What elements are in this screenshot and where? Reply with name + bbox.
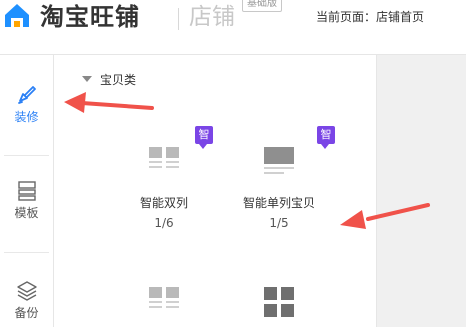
brand-name: 淘宝旺铺: [40, 3, 140, 31]
sidebar-item-backup[interactable]: 备份: [0, 279, 53, 321]
module-two-column[interactable]: [119, 273, 209, 319]
module-panel: 宝贝类 智 智能双列 1/6 智 智能单列宝贝 1/5: [54, 55, 377, 327]
sidebar-item-decorate[interactable]: 装修: [0, 81, 53, 125]
two-column-icon: [149, 287, 179, 308]
category-toggle[interactable]: 宝贝类: [82, 72, 136, 88]
module-name: 智能单列宝贝: [242, 196, 315, 210]
sidebar-item-label: 模板: [14, 206, 39, 220]
brand-divider: [178, 8, 179, 30]
sidebar-divider: [4, 252, 49, 253]
sidebar-item-label: 备份: [14, 306, 39, 320]
caret-down-icon: [82, 76, 92, 82]
module-grid[interactable]: [234, 273, 324, 319]
template-icon: [17, 181, 36, 201]
canvas-area: [377, 55, 466, 327]
module-usage-count: 1/5: [269, 216, 289, 230]
grid-icon: [264, 287, 294, 317]
brush-icon: [17, 86, 36, 104]
sidebar-item-label: 装修: [14, 110, 39, 124]
category-label: 宝贝类: [100, 73, 137, 87]
layers-icon: [16, 281, 37, 301]
smart-badge: 智: [195, 126, 213, 149]
module-smart-two-column[interactable]: 智 智能双列 1/6: [119, 126, 213, 231]
left-sidebar: 装修 模板 备份: [0, 55, 54, 327]
edition-badge: 基础版: [242, 0, 282, 12]
brand-sub-title: 店铺: [189, 4, 235, 30]
module-usage-count: 1/6: [154, 216, 174, 230]
module-name: 智能双列: [139, 196, 188, 210]
smart-badge: 智: [317, 126, 335, 149]
top-header: 淘宝旺铺 店铺 基础版 当前页面：店铺首页: [0, 0, 466, 55]
current-page-indicator: 当前页面：店铺首页: [316, 10, 425, 24]
two-column-icon: [149, 147, 179, 168]
sidebar-divider: [4, 155, 49, 156]
single-column-icon: [264, 147, 294, 174]
sidebar-item-template[interactable]: 模板: [0, 179, 53, 221]
module-smart-single-column[interactable]: 智 智能单列宝贝 1/5: [231, 126, 335, 231]
store-logo-icon: [5, 4, 29, 27]
